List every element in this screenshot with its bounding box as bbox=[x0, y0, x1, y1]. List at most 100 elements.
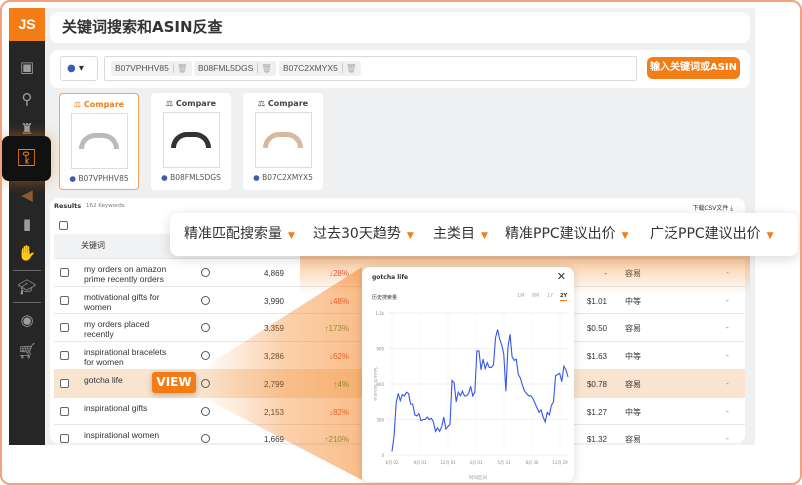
x-tick-label: 8月 30 bbox=[526, 460, 539, 465]
column-header[interactable]: 广泛PPC建议出价 ▼ bbox=[650, 213, 774, 258]
logo: JS bbox=[9, 8, 45, 41]
keyword[interactable]: inspirational gifts bbox=[84, 403, 174, 413]
bar-chart-icon[interactable]: ▮ bbox=[9, 215, 45, 233]
product-image bbox=[70, 113, 128, 169]
user-icon[interactable] bbox=[201, 378, 210, 388]
x-tick-label: 12月 01 bbox=[440, 460, 456, 465]
compare-label[interactable]: Compare bbox=[268, 99, 308, 108]
broad-ppc-bid: - bbox=[726, 268, 729, 277]
row-checkbox[interactable] bbox=[60, 268, 69, 277]
product-asin: B07VPHHV85 bbox=[78, 174, 129, 183]
data-point bbox=[476, 350, 478, 352]
caret-down-icon: ▼ bbox=[288, 231, 295, 241]
broad-ppc-bid: - bbox=[726, 406, 729, 416]
column-header[interactable]: 过去30天趋势 ▼ bbox=[313, 213, 414, 258]
download-csv-link[interactable]: 下载CSV文件 ⤓ bbox=[692, 203, 733, 213]
product-card[interactable]: ⚖ Compare ● B07C2XMYX5 bbox=[243, 93, 323, 190]
search-bar: ● ▾ B07VPHHV85 🗑︎ B08FML5DGS 🗑︎ B07C2XMYX5… bbox=[50, 50, 750, 88]
asin-input[interactable]: B07VPHHV85 🗑︎ B08FML5DGS 🗑︎ B07C2XMYX5 🗑︎ bbox=[104, 56, 637, 81]
data-point bbox=[495, 337, 496, 339]
data-point bbox=[542, 416, 544, 418]
broad-ppc-bid: - bbox=[726, 378, 729, 388]
row-checkbox[interactable] bbox=[60, 323, 69, 333]
user-icon[interactable] bbox=[201, 434, 210, 444]
megaphone-icon[interactable]: ◀ bbox=[9, 186, 45, 204]
product-asin: B07C2XMYX5 bbox=[262, 173, 313, 182]
x-tick-label: 3月 01 bbox=[470, 460, 483, 465]
graduation-cap-icon[interactable]: 🎓︎ bbox=[9, 278, 45, 296]
compare-label[interactable]: Compare bbox=[176, 99, 216, 108]
search-button[interactable]: 输入关键词或ASIN bbox=[647, 57, 740, 79]
column-header[interactable]: 精准PPC建议出价 ▼ bbox=[505, 213, 629, 258]
data-point bbox=[433, 421, 434, 423]
data-point bbox=[422, 419, 424, 420]
data-point bbox=[447, 426, 449, 427]
asin-chip[interactable]: B07VPHHV85 🗑︎ bbox=[111, 61, 192, 76]
view-button[interactable]: VIEW bbox=[152, 372, 196, 393]
scale-icon: ⚖ bbox=[165, 99, 176, 108]
trash-icon[interactable]: 🗑︎ bbox=[172, 63, 188, 73]
trend-value: ↑4% bbox=[333, 379, 349, 389]
divider bbox=[13, 270, 41, 271]
data-point bbox=[509, 334, 511, 335]
country-select[interactable]: ● ▾ bbox=[60, 56, 98, 81]
data-point bbox=[453, 382, 455, 384]
data-point bbox=[551, 405, 552, 406]
data-point bbox=[397, 393, 399, 394]
difficulty: 容易 bbox=[625, 379, 641, 389]
results-label: Results bbox=[54, 202, 82, 210]
compare-label[interactable]: Compare bbox=[84, 100, 124, 109]
trash-icon[interactable]: 🗑︎ bbox=[257, 63, 273, 73]
row-checkbox[interactable] bbox=[60, 295, 69, 305]
data-point bbox=[565, 369, 567, 371]
user-icon[interactable] bbox=[201, 295, 210, 305]
data-point bbox=[439, 431, 440, 432]
key-icon[interactable]: ⚿ bbox=[2, 136, 51, 181]
scale-icon: ⚖ bbox=[257, 99, 268, 108]
y-tick-label: 300 bbox=[376, 418, 384, 423]
us-flag-icon: ● bbox=[253, 173, 260, 182]
keyword[interactable]: inspirational women bbox=[84, 430, 174, 440]
column-header[interactable]: 精准匹配搜索量 ▼ bbox=[184, 213, 295, 258]
user-icon[interactable] bbox=[201, 268, 210, 277]
data-point bbox=[431, 418, 432, 419]
briefcase-icon[interactable]: ▣ bbox=[9, 58, 45, 76]
product-card[interactable]: ⚖ Compare ● B08FML5DGS bbox=[151, 93, 231, 190]
data-point bbox=[553, 401, 554, 403]
product-card[interactable]: ⚖ Compare ● B07VPHHV85 bbox=[59, 93, 139, 190]
data-point bbox=[410, 403, 411, 405]
search-volume: 4,869 bbox=[263, 269, 284, 278]
trend-value: ↓82% bbox=[328, 407, 349, 417]
user-icon[interactable] bbox=[201, 406, 210, 416]
row-checkbox[interactable] bbox=[60, 378, 69, 388]
data-point bbox=[412, 403, 414, 405]
column-header[interactable]: 主类目 ▼ bbox=[433, 213, 488, 258]
trend-popup: gotcha life ✕ 历史搜索量 1M 6M 1Y 2Y 0 300 600 9… bbox=[362, 267, 574, 482]
search-icon[interactable]: ⚲ bbox=[9, 90, 45, 108]
user-icon[interactable] bbox=[201, 351, 210, 361]
asin-chip[interactable]: B07C2XMYX5 🗑︎ bbox=[279, 61, 361, 76]
trash-icon[interactable]: 🗑︎ bbox=[341, 63, 357, 73]
difficulty: 中等 bbox=[625, 352, 641, 362]
hand-icon[interactable]: ✋ bbox=[9, 244, 45, 262]
row-checkbox[interactable] bbox=[60, 351, 69, 361]
row-checkbox[interactable] bbox=[60, 434, 69, 444]
user-icon[interactable] bbox=[201, 323, 210, 333]
data-point bbox=[445, 428, 447, 430]
trend-value: ↓48% bbox=[328, 296, 349, 306]
broad-ppc-bid: - bbox=[726, 351, 729, 361]
select-all-checkbox[interactable] bbox=[59, 221, 68, 230]
data-point bbox=[466, 395, 467, 397]
data-point bbox=[414, 414, 416, 416]
divider bbox=[13, 302, 41, 303]
aperture-icon[interactable]: ◉ bbox=[9, 311, 45, 329]
cart-icon[interactable]: 🛒︎ bbox=[9, 342, 45, 360]
keyword[interactable]: motivational gifts for women bbox=[84, 292, 174, 312]
caret-down-icon: ▼ bbox=[621, 231, 629, 241]
data-point bbox=[505, 390, 507, 392]
keyword[interactable]: my orders placed recently bbox=[84, 319, 174, 339]
asin-chip[interactable]: B08FML5DGS 🗑︎ bbox=[194, 61, 277, 76]
row-checkbox[interactable] bbox=[60, 406, 69, 416]
keyword[interactable]: my orders on amazon prime recently order… bbox=[84, 264, 174, 284]
keyword[interactable]: inspirational bracelets for women bbox=[84, 347, 174, 367]
